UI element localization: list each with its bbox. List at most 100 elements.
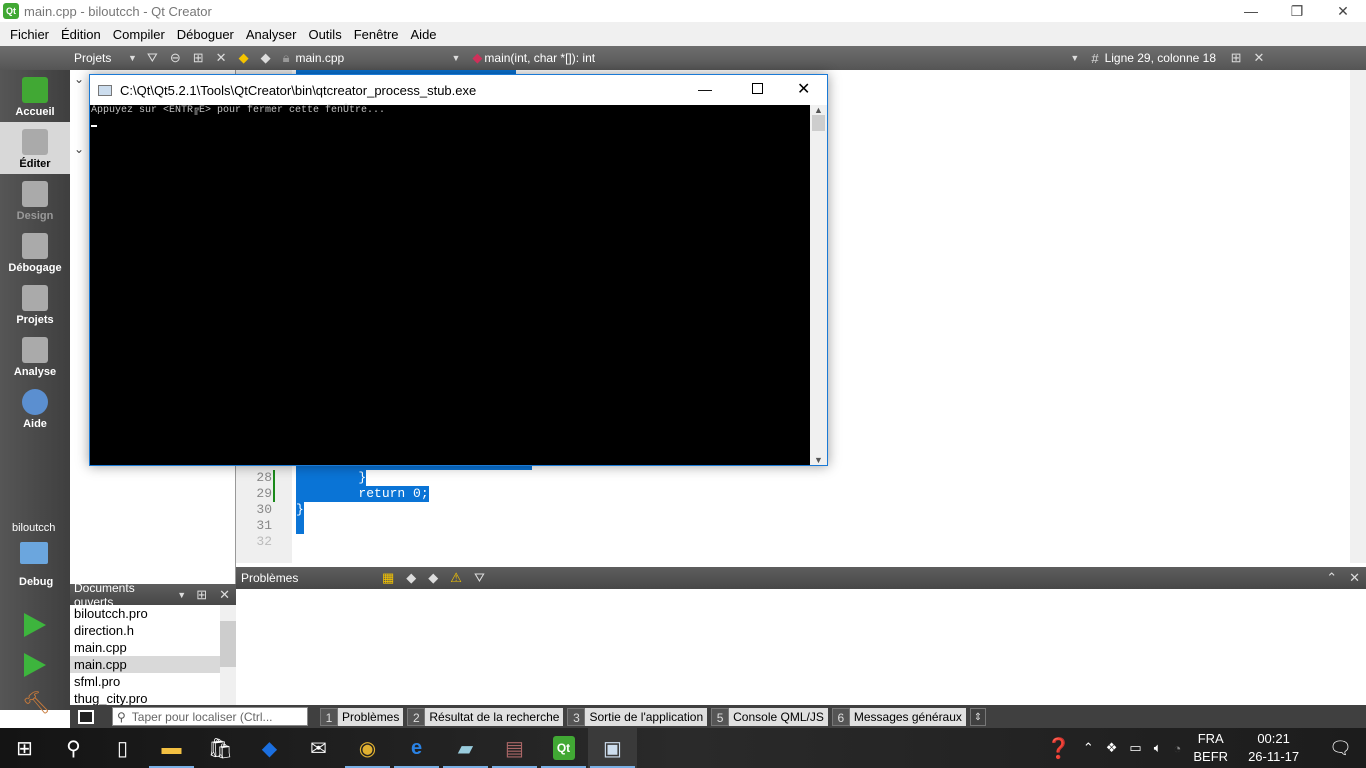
- split-icon[interactable]: ⊞: [196, 587, 207, 603]
- tab-label: Console QML/JS: [729, 707, 828, 726]
- chrome-icon[interactable]: ◉: [343, 728, 392, 768]
- build-hammer-icon[interactable]: 🔨︎: [22, 690, 50, 716]
- back-icon[interactable]: ◆: [239, 50, 249, 66]
- winrar-icon[interactable]: ▤: [490, 728, 539, 768]
- output-tab-6[interactable]: 6 Messages généraux: [831, 707, 966, 726]
- close-pane-icon[interactable]: ✕: [216, 50, 227, 66]
- dropbox-icon[interactable]: ◆: [245, 728, 294, 768]
- close-button[interactable]: ✕: [1320, 0, 1366, 22]
- menu-item[interactable]: Compiler: [107, 27, 171, 42]
- expand-icon[interactable]: ⌄: [74, 72, 84, 86]
- file-selector[interactable]: main.cpp: [295, 51, 445, 65]
- locator-input[interactable]: ⚲ Taper pour localiser (Ctrl...: [112, 707, 308, 726]
- output-tab-1[interactable]: 1 Problèmes: [320, 707, 404, 726]
- chevron-down-icon[interactable]: ▼: [1070, 53, 1079, 63]
- build-config[interactable]: Debug: [19, 576, 53, 588]
- projects-selector[interactable]: Projets: [70, 51, 128, 65]
- mode-design[interactable]: Design: [0, 174, 70, 226]
- chevron-up-icon[interactable]: ⌃: [1083, 740, 1094, 756]
- dropbox-tray-icon[interactable]: ❖: [1106, 740, 1118, 756]
- notifications-icon[interactable]: 🗨︎: [1329, 738, 1352, 759]
- open-document-item[interactable]: main.cpp: [70, 656, 220, 673]
- mode-éditer[interactable]: Éditer: [0, 122, 70, 174]
- mode-aide[interactable]: Aide: [0, 382, 70, 434]
- qt-creator-icon[interactable]: Qt: [539, 728, 588, 768]
- cursor-position[interactable]: Ligne 29, colonne 18: [1105, 51, 1225, 65]
- link-icon[interactable]: ⊖: [170, 50, 181, 66]
- clean-icon[interactable]: ▦: [382, 570, 394, 586]
- minimize-button[interactable]: —: [1228, 0, 1274, 22]
- editor-scrollbar[interactable]: [1350, 70, 1366, 563]
- mode-débogage[interactable]: Débogage: [0, 226, 70, 278]
- expand-icon[interactable]: ⌄: [74, 142, 84, 156]
- more-tabs-icon[interactable]: ⇕: [969, 707, 986, 726]
- chevron-down-icon[interactable]: ▼: [128, 53, 137, 63]
- file-explorer-icon[interactable]: ▬: [147, 728, 196, 768]
- prev-icon[interactable]: ◆: [406, 570, 416, 586]
- maximize-panel-icon[interactable]: ⌃: [1326, 570, 1337, 586]
- output-tab-5[interactable]: 5 Console QML/JS: [711, 707, 828, 726]
- split-icon[interactable]: ⊞: [1231, 50, 1242, 66]
- open-document-item[interactable]: main.cpp: [70, 639, 220, 656]
- mode-label: Accueil: [15, 106, 55, 118]
- debug-run-icon[interactable]: [24, 653, 46, 677]
- wifi-icon[interactable]: ◔: [1174, 741, 1182, 756]
- close-pane-icon[interactable]: ✕: [219, 587, 230, 603]
- chevron-down-icon[interactable]: ▼: [451, 53, 460, 63]
- console-window[interactable]: C:\Qt\Qt5.2.1\Tools\QtCreator\bin\qtcrea…: [89, 74, 828, 466]
- open-document-item[interactable]: sfml.pro: [70, 673, 220, 690]
- console-scrollbar[interactable]: ▲ ▼: [810, 105, 827, 465]
- run-icon[interactable]: [24, 613, 46, 637]
- console-minimize-button[interactable]: —: [698, 81, 712, 97]
- menu-item[interactable]: Analyser: [240, 27, 303, 42]
- analyze-icon: [22, 337, 48, 363]
- language-indicator[interactable]: FRA BEFR: [1193, 730, 1228, 766]
- store-icon[interactable]: 🛍︎: [196, 728, 245, 768]
- console-maximize-button[interactable]: [752, 83, 763, 94]
- time: 00:21: [1257, 731, 1290, 746]
- output-tab-3[interactable]: 3 Sortie de l'application: [567, 707, 708, 726]
- chevron-down-icon[interactable]: ▼: [177, 590, 186, 600]
- notepad-icon[interactable]: ▰: [441, 728, 490, 768]
- next-icon[interactable]: ◆: [428, 570, 438, 586]
- search-icon: ⚲: [117, 709, 126, 724]
- menu-item[interactable]: Fenêtre: [348, 27, 405, 42]
- open-document-item[interactable]: direction.h: [70, 622, 220, 639]
- mode-analyse[interactable]: Analyse: [0, 330, 70, 382]
- toggle-sidebar-icon[interactable]: [78, 709, 94, 724]
- edge-icon[interactable]: e: [392, 728, 441, 768]
- docs-scrollbar[interactable]: [220, 605, 236, 705]
- warning-icon[interactable]: ⚠: [450, 570, 462, 586]
- mode-projets[interactable]: Projets: [0, 278, 70, 330]
- open-document-item[interactable]: thug_city.pro: [70, 690, 220, 705]
- mode-accueil[interactable]: Accueil: [0, 70, 70, 122]
- computer-icon[interactable]: [20, 542, 48, 564]
- filter-icon[interactable]: ⛛: [147, 50, 158, 66]
- menu-item[interactable]: Aide: [405, 27, 443, 42]
- output-tab-2[interactable]: 2 Résultat de la recherche: [407, 707, 564, 726]
- menu-item[interactable]: Fichier: [4, 27, 55, 42]
- battery-icon[interactable]: ▭: [1129, 740, 1141, 756]
- menu-item[interactable]: Outils: [302, 27, 347, 42]
- menu-item[interactable]: Déboguer: [171, 27, 240, 42]
- volume-icon[interactable]: 🔈︎: [1154, 740, 1162, 756]
- design-icon: [22, 181, 48, 207]
- locator-placeholder: Taper pour localiser (Ctrl...: [131, 709, 273, 724]
- start-button[interactable]: ⊞: [0, 728, 49, 768]
- console-app-icon[interactable]: ▣: [588, 728, 637, 768]
- search-icon[interactable]: ⚲: [49, 728, 98, 768]
- clock[interactable]: 00:21 26-11-17: [1248, 730, 1299, 766]
- symbol-selector[interactable]: main(int, char *[]): int: [484, 51, 1064, 65]
- forward-icon[interactable]: ◆: [261, 50, 271, 66]
- open-document-item[interactable]: biloutcch.pro: [70, 605, 220, 622]
- close-editor-icon[interactable]: ✕: [1253, 50, 1264, 66]
- console-close-button[interactable]: ✕: [797, 79, 810, 99]
- split-icon[interactable]: ⊞: [193, 50, 204, 66]
- task-view-icon[interactable]: ▯: [98, 728, 147, 768]
- menu-item[interactable]: Édition: [55, 27, 107, 42]
- mail-icon[interactable]: ✉: [294, 728, 343, 768]
- restore-button[interactable]: ❐: [1274, 0, 1320, 22]
- help-tray-icon[interactable]: ❓: [1046, 736, 1071, 761]
- filter-icon[interactable]: ⛛: [474, 570, 485, 586]
- close-panel-icon[interactable]: ✕: [1349, 570, 1360, 586]
